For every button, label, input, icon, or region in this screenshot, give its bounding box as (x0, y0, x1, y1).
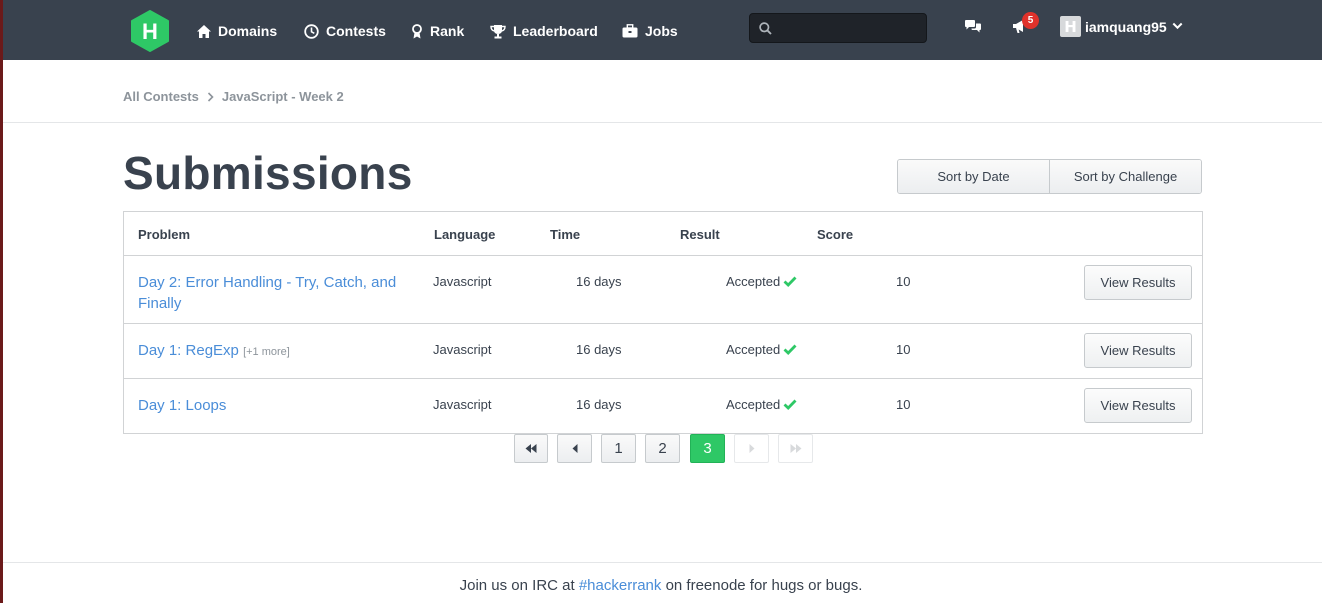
irc-channel-link[interactable]: #hackerrank (579, 577, 662, 594)
notification-badge[interactable]: 5 (1022, 12, 1039, 29)
ribbon-icon (412, 23, 422, 38)
clock-icon (304, 23, 319, 39)
footer-divider (3, 562, 1322, 563)
nav-jobs-label: Jobs (645, 23, 678, 39)
nav-leaderboard-label: Leaderboard (513, 23, 598, 39)
score-cell: 10 (896, 397, 911, 412)
chevron-right-icon (207, 91, 214, 102)
page-button-1[interactable]: 1 (601, 434, 636, 463)
chat-icon[interactable] (964, 19, 982, 35)
score-cell: 10 (896, 274, 911, 289)
nav-jobs[interactable]: Jobs (622, 21, 678, 41)
nav-rank-label: Rank (430, 23, 465, 39)
more-submissions-link[interactable]: [+1 more] (243, 346, 290, 358)
page-button-2[interactable]: 2 (645, 434, 680, 463)
avatar-placeholder-icon: H (1064, 17, 1077, 36)
double-chevron-left-icon (525, 444, 537, 453)
column-header-language: Language (434, 227, 496, 242)
problem-link[interactable]: Day 1: RegExp [+1 more] (138, 340, 398, 363)
nav-leaderboard[interactable]: Leaderboard (490, 21, 598, 41)
footer-suffix: on freenode for hugs or bugs. (665, 577, 863, 594)
sort-by-challenge-button[interactable]: Sort by Challenge (1049, 160, 1201, 193)
result-cell: Accepted (726, 274, 797, 289)
column-header-problem: Problem (138, 227, 191, 242)
result-cell: Accepted (726, 397, 797, 412)
problem-link[interactable]: Day 2: Error Handling - Try, Catch, and … (138, 272, 398, 314)
table-row: Day 1: RegExp [+1 more] Javascript 16 da… (124, 323, 1202, 379)
page-title: Submissions (123, 147, 413, 199)
problem-link[interactable]: Day 1: Loops (138, 395, 398, 416)
sort-by-date-button[interactable]: Sort by Date (898, 160, 1049, 193)
search-box[interactable] (749, 13, 927, 43)
trophy-icon (490, 24, 506, 38)
result-label: Accepted (726, 397, 781, 412)
problem-name[interactable]: Day 1: Loops (138, 397, 226, 414)
problem-name[interactable]: Day 1: RegExp (138, 342, 239, 359)
time-cell: 16 days (576, 397, 622, 412)
hackerrank-logo-icon[interactable]: H (130, 10, 170, 52)
checkmark-icon (783, 276, 797, 287)
nav-contests[interactable]: Contests (304, 21, 386, 41)
next-page-button[interactable] (734, 434, 769, 463)
time-cell: 16 days (576, 342, 622, 357)
avatar[interactable]: H (1060, 16, 1081, 37)
column-header-time: Time (550, 227, 581, 242)
breadcrumb-all-contests[interactable]: All Contests (123, 89, 199, 104)
svg-text:H: H (142, 19, 158, 44)
column-header-score: Score (817, 227, 854, 242)
search-icon (759, 22, 772, 35)
problem-name[interactable]: Day 2: Error Handling - Try, Catch, and … (138, 274, 396, 312)
search-input[interactable] (780, 18, 924, 40)
checkmark-icon (783, 344, 797, 355)
last-page-button[interactable] (778, 434, 813, 463)
chevron-left-icon (572, 444, 577, 453)
chevron-down-icon[interactable] (1172, 22, 1183, 30)
result-cell: Accepted (726, 342, 797, 357)
time-cell: 16 days (576, 274, 622, 289)
divider (3, 122, 1322, 123)
view-results-button[interactable]: View Results (1084, 333, 1192, 368)
view-results-button[interactable]: View Results (1084, 388, 1192, 423)
footer-prefix: Join us on IRC at (459, 577, 575, 594)
home-icon (197, 24, 211, 38)
result-label: Accepted (726, 274, 781, 289)
view-results-button[interactable]: View Results (1084, 265, 1192, 300)
first-page-button[interactable] (514, 434, 548, 463)
score-cell: 10 (896, 342, 911, 357)
double-chevron-right-icon (790, 444, 801, 453)
sort-button-group: Sort by Date Sort by Challenge (897, 159, 1202, 194)
table-row: Day 1: Loops Javascript 16 days Accepted… (124, 378, 1202, 434)
briefcase-icon (622, 24, 638, 38)
window-edge (0, 0, 3, 603)
username-label[interactable]: iamquang95 (1085, 19, 1167, 35)
nav-domains[interactable]: Domains (197, 21, 277, 41)
table-row: Day 2: Error Handling - Try, Catch, and … (124, 255, 1202, 324)
breadcrumb-contest[interactable]: JavaScript - Week 2 (222, 89, 344, 104)
nav-contests-label: Contests (326, 23, 386, 39)
language-cell: Javascript (433, 274, 492, 289)
language-cell: Javascript (433, 342, 492, 357)
checkmark-icon (783, 399, 797, 410)
nav-rank[interactable]: Rank (411, 21, 464, 41)
breadcrumb: All Contests JavaScript - Week 2 (123, 89, 344, 104)
page-button-3-current[interactable]: 3 (690, 434, 725, 463)
submissions-table: Problem Language Time Result Score Day 2… (123, 211, 1203, 434)
language-cell: Javascript (433, 397, 492, 412)
previous-page-button[interactable] (557, 434, 592, 463)
footer: Join us on IRC at #hackerrank on freenod… (0, 577, 1322, 594)
result-label: Accepted (726, 342, 781, 357)
column-header-result: Result (680, 227, 720, 242)
chevron-right-icon (749, 444, 754, 453)
nav-domains-label: Domains (218, 23, 278, 39)
